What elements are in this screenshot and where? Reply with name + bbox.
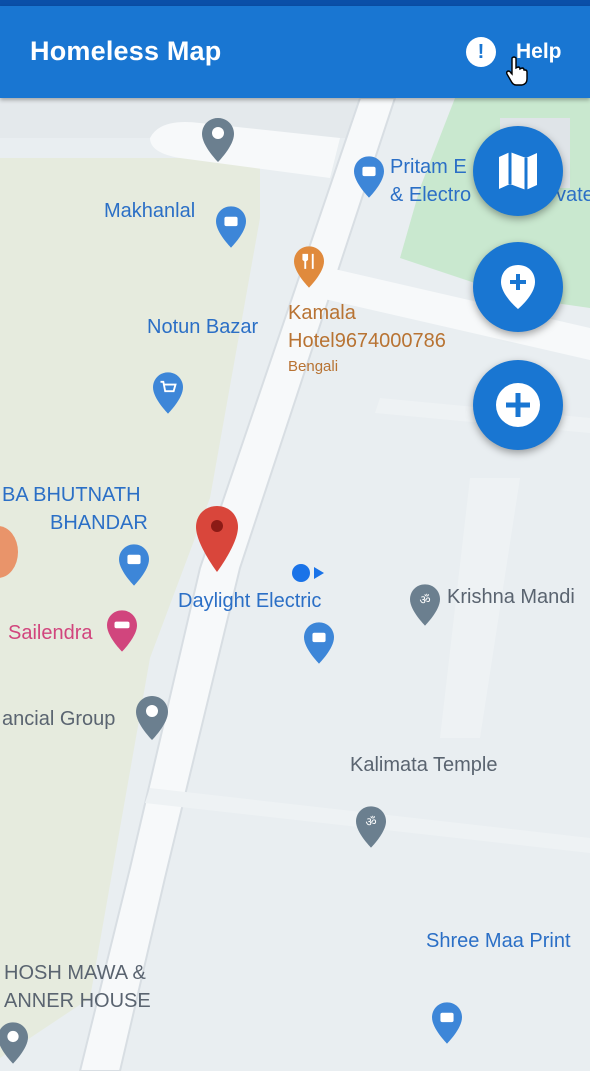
map-label: BHANDAR xyxy=(50,512,148,534)
map-label: HOSH MAWA & xyxy=(4,962,146,984)
map-icon xyxy=(499,152,537,190)
info-icon: ! xyxy=(466,37,496,67)
shopping-pin-icon[interactable] xyxy=(119,544,149,586)
svg-text:ॐ: ॐ xyxy=(365,815,376,829)
temple-pin-icon[interactable]: ॐ xyxy=(410,584,440,626)
shopping-pin-icon[interactable] xyxy=(304,622,334,664)
map-label: Pritam E xyxy=(390,156,467,178)
map-label: ANNER HOUSE xyxy=(4,990,151,1012)
svg-text:ॐ: ॐ xyxy=(419,593,430,607)
map-label: Shree Maa Print xyxy=(426,930,571,952)
app-bar: Homeless Map ! Help xyxy=(0,6,590,98)
hand-cursor-icon xyxy=(506,56,528,86)
add-icon xyxy=(496,383,540,427)
place-pin-icon[interactable] xyxy=(0,1022,28,1064)
app-title: Homeless Map xyxy=(30,36,222,66)
map-label: Notun Bazar xyxy=(147,316,259,338)
map-label: Kalimata Temple xyxy=(350,754,498,776)
map-label: & Electro xyxy=(390,184,472,206)
shopping-pin-icon[interactable] xyxy=(432,1002,462,1044)
map-view[interactable]: Pritam E & Electro vate Makhanlal Notun … xyxy=(0,98,590,1071)
current-location-icon xyxy=(292,564,324,582)
shopping-pin-icon[interactable] xyxy=(354,156,384,198)
map-label: Bengali xyxy=(288,358,339,375)
hotel-pin-icon[interactable] xyxy=(107,610,137,652)
map-label: ancial Group xyxy=(2,708,116,730)
shopping-pin-icon[interactable] xyxy=(216,206,246,248)
map-label: vate xyxy=(556,184,590,206)
temple-pin-icon[interactable]: ॐ xyxy=(356,806,386,848)
map-label: Krishna Mandi xyxy=(447,586,575,608)
map-label: Hotel9674000786 xyxy=(288,330,446,352)
map-label: Kamala xyxy=(288,302,356,324)
place-pin-icon[interactable] xyxy=(202,118,234,162)
add-button[interactable] xyxy=(473,360,563,450)
map-label: BA BHUTNATH xyxy=(2,484,141,506)
map-label: Daylight Electric xyxy=(178,590,322,612)
map-label: Makhanlal xyxy=(104,200,196,222)
map-layers-button[interactable] xyxy=(473,126,563,216)
selected-location-marker-icon[interactable] xyxy=(196,506,238,572)
map-label: Sailendra xyxy=(8,622,93,644)
place-pin-icon[interactable] xyxy=(136,696,168,740)
add-location-button[interactable] xyxy=(473,242,563,332)
restaurant-pin-icon[interactable] xyxy=(294,246,324,288)
grocery-pin-icon[interactable] xyxy=(153,372,183,414)
add-location-icon xyxy=(501,265,535,309)
